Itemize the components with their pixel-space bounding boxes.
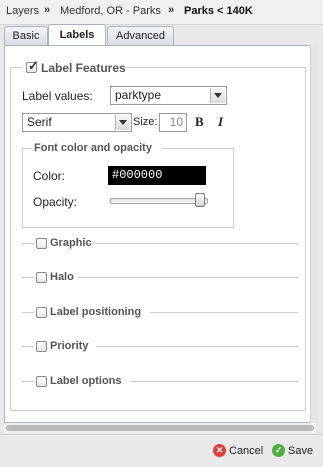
section-border	[22, 243, 34, 244]
opacity-slider-track[interactable]	[110, 198, 208, 204]
tab-basic[interactable]: Basic	[4, 26, 48, 46]
priority-checkbox[interactable]	[36, 341, 47, 352]
size-label: Size:	[133, 116, 158, 128]
tab-bar: Basic Labels Advanced	[0, 24, 323, 47]
breadcrumb-current: Parks < 140K	[184, 5, 253, 17]
breadcrumb-layers-link[interactable]: Layers	[6, 5, 39, 17]
chevron-down-icon	[115, 115, 130, 130]
color-label: Color:	[33, 169, 66, 183]
label-values-label: Label values:	[22, 89, 93, 103]
vertical-scrollbar[interactable]	[310, 45, 319, 423]
opacity-slider-thumb[interactable]	[195, 193, 205, 207]
breadcrumb-separator: »	[168, 4, 175, 16]
opacity-label: Opacity:	[33, 195, 78, 209]
font-color-title: Font color and opacity	[34, 142, 152, 154]
section-border	[78, 277, 298, 278]
font-family-select[interactable]: Serif	[22, 113, 132, 132]
save-icon[interactable]: ✓	[272, 444, 285, 457]
breadcrumb: Layers » Medford, OR - Parks » Parks < 1…	[0, 0, 323, 25]
bold-button[interactable]: B	[195, 114, 204, 130]
breadcrumb-separator: »	[44, 4, 51, 16]
graphic-checkbox[interactable]	[36, 238, 47, 249]
tab-advanced[interactable]: Advanced	[107, 26, 174, 46]
label-features-title: Label Features	[41, 61, 126, 75]
cancel-button[interactable]: Cancel	[229, 443, 263, 459]
priority-section-label[interactable]: Priority	[50, 340, 89, 352]
fieldset-border	[10, 67, 23, 68]
section-border	[130, 381, 298, 382]
save-button[interactable]: Save	[288, 443, 313, 459]
label-values-select[interactable]: parktype	[110, 86, 227, 105]
font-color-fieldset	[22, 148, 234, 228]
label-features-checkbox[interactable]: ✓	[26, 58, 39, 73]
section-border	[22, 277, 34, 278]
font-size-input[interactable]: 10	[159, 113, 187, 132]
label-positioning-section-label[interactable]: Label positioning	[50, 306, 141, 318]
halo-checkbox[interactable]	[36, 272, 47, 283]
section-border	[22, 346, 34, 347]
fieldset-border	[126, 67, 306, 68]
tab-labels[interactable]: Labels	[48, 24, 106, 47]
label-options-checkbox[interactable]	[36, 376, 47, 387]
chevron-down-icon	[210, 88, 225, 103]
label-options-section-label[interactable]: Label options	[50, 375, 122, 387]
graphic-section-label[interactable]: Graphic	[50, 237, 92, 249]
horizontal-scrollbar-thumb[interactable]	[6, 425, 314, 431]
cancel-icon[interactable]: ✕	[213, 444, 226, 457]
italic-button[interactable]: I	[218, 114, 223, 130]
color-input[interactable]: #000000	[108, 166, 206, 185]
fieldset-border	[22, 148, 32, 149]
section-border	[84, 243, 298, 244]
section-border	[150, 312, 298, 313]
fieldset-border	[161, 148, 234, 149]
section-border	[96, 346, 298, 347]
horizontal-scrollbar[interactable]	[4, 423, 316, 433]
label-positioning-checkbox[interactable]	[36, 307, 47, 318]
label-values-selected: parktype	[115, 88, 162, 102]
halo-section-label[interactable]: Halo	[50, 271, 74, 283]
breadcrumb-layer-link[interactable]: Medford, OR - Parks	[60, 5, 161, 17]
checkmark-icon: ✓	[28, 58, 39, 73]
font-family-selected: Serif	[27, 115, 52, 129]
section-border	[22, 381, 34, 382]
section-border	[22, 312, 34, 313]
